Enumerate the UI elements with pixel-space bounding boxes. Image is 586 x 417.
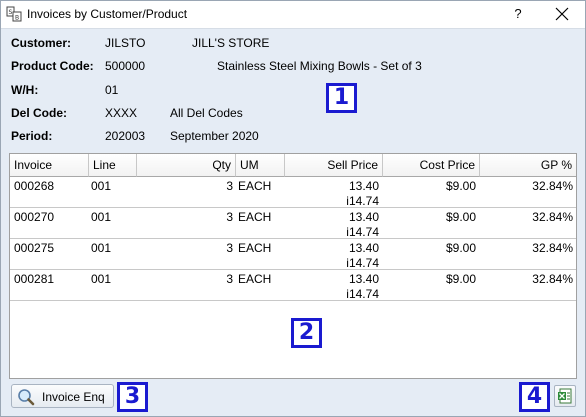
export-excel-button[interactable] [554,385,576,407]
cell-line: 001 [91,179,112,193]
svg-text:S: S [9,9,13,16]
cell-um: EACH [238,272,272,286]
cell-line: 001 [91,210,112,224]
cell-qty: 3 [226,210,233,224]
excel-export-icon [558,388,572,404]
column-header-gp-percent[interactable]: GP % [480,154,576,177]
customer-label: Customer: [11,36,72,50]
svg-text:B: B [15,15,19,22]
cell-sell-price: 13.40 [348,210,379,224]
cell-um: EACH [238,179,272,193]
column-header-qty[interactable]: Qty [137,154,236,177]
cell-sell-price-inc: i14.74 [346,287,379,301]
callout-badge-1: 1 [326,83,357,113]
cell-sell-price: 13.40 [348,272,379,286]
column-header-um[interactable]: UM [236,154,285,177]
column-header-sell-price[interactable]: Sell Price [285,154,383,177]
table-row[interactable]: 000275 001 3 EACH 13.40 i14.74 $9.00 32.… [10,239,576,270]
title-bar: S B Invoices by Customer/Product ? [1,1,585,29]
del-code-value: XXXX [105,106,138,120]
table-row[interactable]: 000281 001 3 EACH 13.40 i14.74 $9.00 32.… [10,270,576,301]
del-code-description: All Del Codes [170,106,243,120]
product-code: 500000 [105,59,146,73]
del-code-label: Del Code: [11,106,68,120]
column-header-cost-price[interactable]: Cost Price [383,154,480,177]
period-label: Period: [11,129,53,143]
wh-label: W/H: [11,83,39,97]
table-row[interactable]: 000268 001 3 EACH 13.40 i14.74 $9.00 32.… [10,177,576,208]
cell-invoice: 000281 [14,272,55,286]
period-description: September 2020 [170,129,259,143]
callout-badge-4: 4 [519,382,550,412]
customer-code: JILSTO [105,36,146,50]
cell-gp-percent: 32.84% [532,210,573,224]
cell-um: EACH [238,241,272,255]
callout-badge-2: 2 [291,318,322,348]
invoices-window: S B Invoices by Customer/Product ? Custo… [0,0,586,417]
cell-gp-percent: 32.84% [532,179,573,193]
window-title: Invoices by Customer/Product [27,7,188,21]
cell-sell-price: 13.40 [348,179,379,193]
cell-cost-price: $9.00 [445,272,476,286]
close-icon [555,7,569,21]
help-button[interactable]: ? [507,2,529,26]
cell-cost-price: $9.00 [445,241,476,255]
cell-cost-price: $9.00 [445,210,476,224]
cell-um: EACH [238,210,272,224]
table-row[interactable]: 000270 001 3 EACH 13.40 i14.74 $9.00 32.… [10,208,576,239]
cell-sell-price-inc: i14.74 [346,225,379,239]
app-icon: S B [6,6,22,22]
wh-value: 01 [105,83,119,97]
grid-header: Invoice Line Qty UM Sell Price Cost Pric… [10,154,576,177]
product-code-label: Product Code: [11,59,94,73]
period-value: 202003 [105,129,146,143]
cell-invoice: 000268 [14,179,55,193]
cell-sell-price-inc: i14.74 [346,256,379,270]
column-header-invoice[interactable]: Invoice [10,154,89,177]
cell-invoice: 000270 [14,210,55,224]
cell-invoice: 000275 [14,241,55,255]
column-header-line[interactable]: Line [89,154,137,177]
invoice-enq-button[interactable]: Invoice Enq [11,384,114,408]
cell-sell-price: 13.40 [348,241,379,255]
invoice-grid[interactable]: Invoice Line Qty UM Sell Price Cost Pric… [9,153,577,379]
cell-gp-percent: 32.84% [532,272,573,286]
close-button[interactable] [545,2,579,26]
cell-line: 001 [91,272,112,286]
cell-gp-percent: 32.84% [532,241,573,255]
cell-qty: 3 [226,241,233,255]
cell-qty: 3 [226,272,233,286]
callout-badge-3: 3 [117,382,148,412]
product-description: Stainless Steel Mixing Bowls - Set of 3 [217,59,422,73]
cell-sell-price-inc: i14.74 [346,194,379,208]
cell-qty: 3 [226,179,233,193]
customer-name: JILL'S STORE [192,36,270,50]
cell-line: 001 [91,241,112,255]
invoice-enq-label: Invoice Enq [42,390,105,404]
magnifier-icon [18,389,35,406]
cell-cost-price: $9.00 [445,179,476,193]
